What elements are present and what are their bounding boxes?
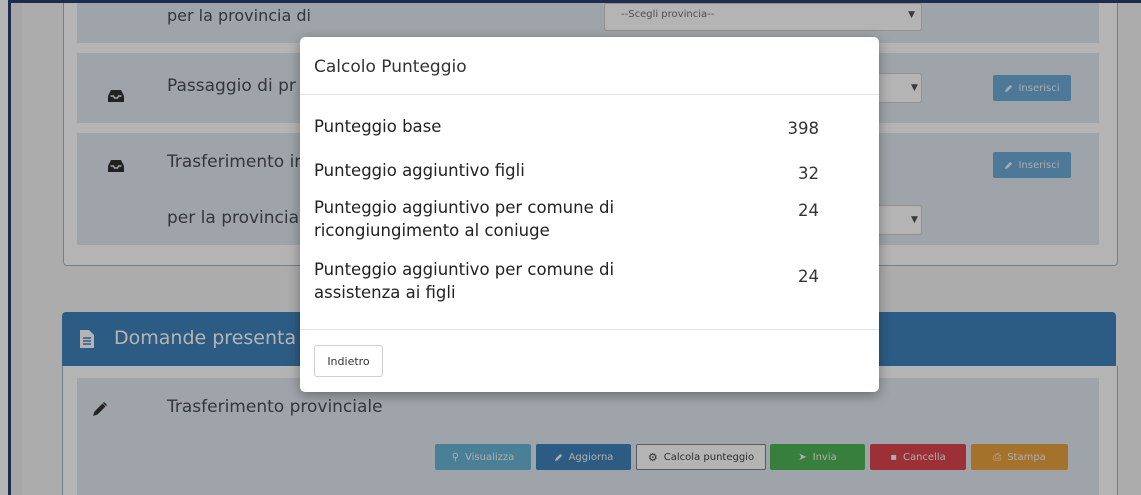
score-label-assistenza: Punteggio aggiuntivo per comune di assis… bbox=[314, 260, 615, 302]
score-value-assistenza: 24 bbox=[798, 267, 819, 286]
score-value-base: 398 bbox=[787, 119, 820, 138]
score-value-ricongiungimento: 24 bbox=[798, 201, 819, 220]
modal-header-divider bbox=[300, 94, 879, 95]
score-label-ricongiungimento: Punteggio aggiuntivo per comune di ricon… bbox=[314, 198, 615, 240]
modal-footer-divider bbox=[300, 329, 879, 330]
modal-title: Calcolo Punteggio bbox=[314, 57, 467, 77]
score-label-figli: Punteggio aggiuntivo figli bbox=[314, 161, 525, 180]
window-border bbox=[8, 0, 1141, 3]
score-label-base: Punteggio base bbox=[314, 117, 442, 136]
window-border bbox=[8, 0, 11, 495]
calcolo-punteggio-modal: Calcolo Punteggio Punteggio base 398 Pun… bbox=[300, 37, 879, 392]
indietro-button[interactable]: Indietro bbox=[314, 345, 383, 377]
score-value-figli: 32 bbox=[798, 164, 819, 183]
